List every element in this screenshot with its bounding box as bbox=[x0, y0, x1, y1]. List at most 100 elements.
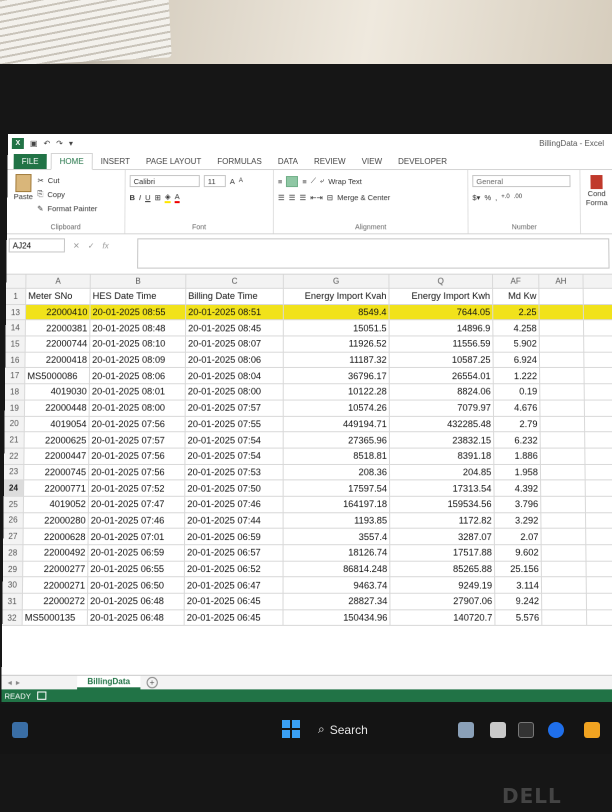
row-number[interactable]: 30 bbox=[2, 577, 24, 593]
orientation-icon[interactable]: ⟋ bbox=[311, 176, 316, 186]
table-cell[interactable]: 18126.74 bbox=[283, 545, 391, 561]
table-cell[interactable]: 4.676 bbox=[493, 400, 541, 416]
header-cell[interactable]: Energy Import Kwh bbox=[389, 288, 494, 304]
table-cell[interactable]: 3.114 bbox=[495, 577, 543, 593]
table-cell[interactable]: 20-01-2025 08:04 bbox=[185, 368, 284, 384]
tab-home[interactable]: HOME bbox=[50, 153, 93, 171]
table-cell[interactable] bbox=[540, 384, 585, 400]
row-number[interactable]: 29 bbox=[2, 561, 24, 577]
table-cell[interactable] bbox=[541, 480, 586, 496]
font-name-select[interactable]: Calibri bbox=[129, 175, 200, 188]
table-cell[interactable]: 1172.82 bbox=[390, 512, 495, 529]
table-cell[interactable]: 3287.07 bbox=[390, 529, 495, 545]
table-cell[interactable]: 20-01-2025 07:46 bbox=[88, 512, 186, 529]
conditional-formatting-label-1[interactable]: Cond bbox=[585, 189, 609, 198]
table-cell[interactable]: 20-01-2025 07:44 bbox=[185, 512, 284, 529]
table-cell[interactable] bbox=[540, 400, 585, 416]
conditional-formatting-label-2[interactable]: Forma bbox=[585, 198, 609, 207]
table-cell[interactable]: 20-01-2025 08:06 bbox=[89, 368, 186, 384]
fx-icon[interactable]: fx bbox=[102, 241, 108, 250]
table-cell[interactable] bbox=[539, 336, 585, 352]
tab-developer[interactable]: DEVELOPER bbox=[390, 154, 455, 169]
row-number[interactable]: 15 bbox=[5, 336, 26, 352]
table-cell[interactable] bbox=[541, 545, 587, 561]
table-cell[interactable]: 1.222 bbox=[493, 368, 541, 384]
table-cell[interactable]: 10574.26 bbox=[283, 400, 390, 416]
table-cell[interactable]: 22000448 bbox=[24, 400, 90, 416]
table-cell[interactable]: 20-01-2025 08:06 bbox=[185, 352, 284, 368]
tab-file[interactable]: FILE bbox=[13, 154, 47, 170]
table-cell[interactable]: 20-01-2025 06:45 bbox=[184, 610, 284, 626]
table-cell[interactable]: 22000628 bbox=[23, 529, 89, 545]
table-cell[interactable]: 20-01-2025 06:59 bbox=[185, 529, 284, 545]
table-cell[interactable]: 20-01-2025 06:50 bbox=[88, 577, 185, 593]
paste-icon[interactable] bbox=[15, 174, 32, 193]
bold-button[interactable]: B bbox=[130, 193, 135, 202]
taskbar-search[interactable]: ⌕ Search bbox=[318, 722, 368, 737]
table-cell[interactable]: 20-01-2025 07:01 bbox=[88, 529, 186, 545]
camera-app-icon[interactable] bbox=[518, 722, 534, 738]
add-sheet-icon[interactable]: + bbox=[146, 676, 158, 689]
table-cell[interactable]: 20-01-2025 07:56 bbox=[89, 448, 186, 464]
table-cell[interactable]: 22000418 bbox=[25, 352, 91, 368]
table-cell[interactable]: 22000271 bbox=[22, 577, 89, 593]
tab-review[interactable]: REVIEW bbox=[306, 154, 354, 169]
table-cell[interactable]: 20-01-2025 07:50 bbox=[185, 480, 284, 496]
table-cell[interactable]: 22000447 bbox=[24, 448, 90, 464]
table-cell[interactable]: 10122.28 bbox=[283, 384, 390, 400]
tab-insert[interactable]: INSERT bbox=[93, 154, 138, 169]
scroll-right-icon[interactable]: ▸ bbox=[16, 678, 20, 687]
table-cell[interactable]: 140720.7 bbox=[390, 610, 496, 626]
table-cell[interactable]: 17517.88 bbox=[390, 545, 496, 561]
align-center-icon[interactable]: ☰ bbox=[289, 193, 296, 202]
table-cell[interactable] bbox=[541, 577, 587, 593]
table-cell[interactable]: 20-01-2025 08:00 bbox=[185, 384, 284, 400]
table-cell[interactable]: 27365.96 bbox=[283, 432, 390, 448]
table-cell[interactable]: 11926.52 bbox=[283, 336, 390, 352]
table-cell[interactable]: 20-01-2025 07:55 bbox=[185, 416, 284, 432]
column-header[interactable]: AH bbox=[539, 274, 584, 288]
table-cell[interactable]: 20-01-2025 06:52 bbox=[184, 561, 284, 577]
table-cell[interactable]: 20-01-2025 07:46 bbox=[185, 496, 284, 512]
italic-button[interactable]: I bbox=[139, 193, 141, 202]
table-cell[interactable]: 4.392 bbox=[494, 480, 542, 496]
row-number[interactable]: 20 bbox=[4, 416, 25, 432]
table-cell[interactable]: 20-01-2025 08:48 bbox=[90, 320, 187, 336]
table-cell[interactable]: 9.242 bbox=[495, 593, 543, 610]
table-cell[interactable]: 7079.97 bbox=[389, 400, 494, 416]
table-cell[interactable]: 2.07 bbox=[494, 529, 542, 545]
file-explorer-icon[interactable] bbox=[490, 722, 506, 738]
enter-icon[interactable]: ✓ bbox=[88, 241, 95, 250]
table-cell[interactable]: 20-01-2025 06:48 bbox=[87, 610, 185, 626]
column-header[interactable]: B bbox=[90, 274, 187, 288]
row-number[interactable]: 1 bbox=[6, 288, 27, 304]
table-cell[interactable]: 26554.01 bbox=[389, 368, 494, 384]
table-cell[interactable]: 4019054 bbox=[24, 416, 90, 432]
cut-button[interactable]: Cut bbox=[48, 176, 60, 185]
format-painter-button[interactable]: Format Painter bbox=[47, 204, 97, 213]
sheet-tab-billingdata[interactable]: BillingData bbox=[77, 675, 141, 690]
table-cell[interactable]: 20-01-2025 06:48 bbox=[87, 593, 185, 610]
table-cell[interactable]: 150434.96 bbox=[283, 610, 391, 626]
table-cell[interactable]: 22000492 bbox=[23, 545, 89, 561]
table-cell[interactable]: 14896.9 bbox=[389, 320, 494, 336]
macro-record-icon[interactable] bbox=[36, 691, 47, 700]
header-cell[interactable]: Md Kw bbox=[493, 288, 540, 304]
fill-color-icon[interactable]: ◈ bbox=[164, 191, 171, 203]
table-cell[interactable]: 36796.17 bbox=[283, 368, 390, 384]
table-cell[interactable]: 20-01-2025 07:47 bbox=[88, 496, 186, 512]
table-cell[interactable]: 1193.85 bbox=[283, 512, 391, 529]
align-left-icon[interactable]: ☰ bbox=[278, 193, 285, 202]
header-cell[interactable]: HES Date Time bbox=[90, 288, 187, 304]
tab-data[interactable]: DATA bbox=[270, 154, 306, 169]
table-cell[interactable]: 1.958 bbox=[494, 464, 542, 480]
table-cell[interactable]: 204.85 bbox=[390, 464, 495, 480]
table-cell[interactable]: 20-01-2025 07:52 bbox=[88, 480, 186, 496]
table-cell[interactable] bbox=[542, 610, 588, 626]
align-right-icon[interactable]: ☰ bbox=[299, 193, 306, 202]
column-header[interactable]: AF bbox=[492, 274, 540, 288]
header-cell[interactable]: Meter SNo bbox=[26, 288, 91, 304]
table-cell[interactable]: 8824.06 bbox=[389, 384, 494, 400]
windows-start-icon[interactable] bbox=[282, 720, 300, 738]
files-app-icon[interactable] bbox=[584, 722, 600, 738]
